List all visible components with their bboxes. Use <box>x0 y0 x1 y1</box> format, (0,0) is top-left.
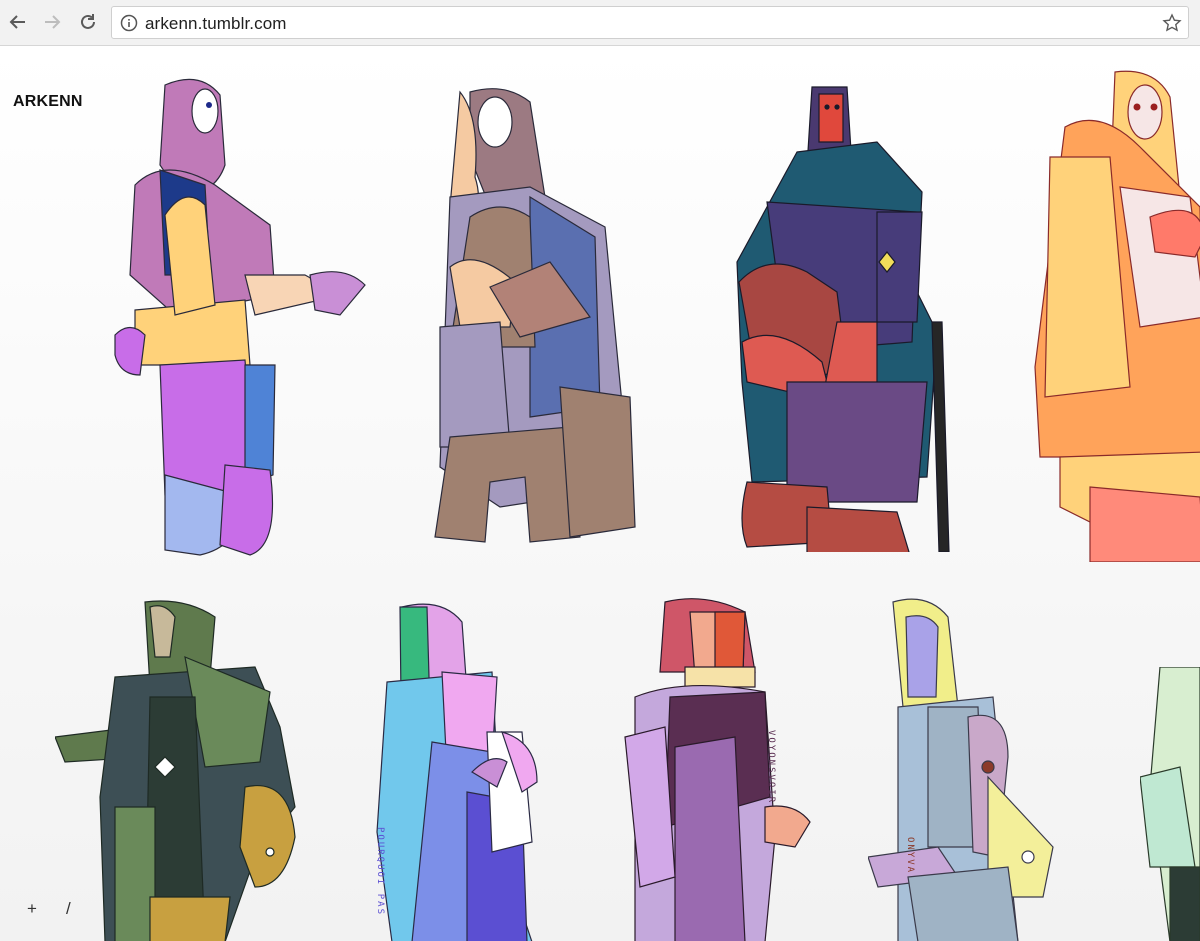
back-arrow-icon <box>9 15 25 29</box>
slash-button[interactable]: / <box>66 899 71 919</box>
artwork-figure-7[interactable] <box>615 597 815 941</box>
artwork-figure-5[interactable] <box>55 597 300 941</box>
artwork-figure-8[interactable] <box>868 597 1058 941</box>
back-button[interactable] <box>4 8 32 36</box>
artwork-figure-4[interactable] <box>1030 67 1200 562</box>
artwork-figure-1[interactable] <box>105 75 375 560</box>
reload-icon <box>81 14 95 29</box>
address-bar[interactable]: arkenn.tumblr.com <box>111 6 1189 39</box>
forward-arrow-icon <box>45 15 61 29</box>
info-icon[interactable] <box>120 14 138 32</box>
blog-title[interactable]: ARKENN <box>13 93 83 111</box>
onyva-label: ONYVA <box>905 837 915 875</box>
artwork-figure-2[interactable] <box>430 87 640 547</box>
tumblr-page: ARKENN POURQUOI PAS VOYONSVOIR ONYVA + / <box>0 47 1200 941</box>
reload-button[interactable] <box>74 8 102 36</box>
plus-button[interactable]: + <box>27 899 37 919</box>
artwork-figure-3[interactable] <box>727 82 957 552</box>
url-text[interactable]: arkenn.tumblr.com <box>145 14 287 34</box>
bookmark-star-icon[interactable] <box>1162 13 1182 33</box>
artwork-figure-6[interactable] <box>372 602 547 941</box>
browser-toolbar: arkenn.tumblr.com <box>0 0 1200 46</box>
voyonsvoir-label: VOYONSVOIR <box>766 730 776 805</box>
pourquoi-pas-label: POURQUOI PAS <box>375 827 385 917</box>
forward-button[interactable] <box>38 8 66 36</box>
artwork-figure-9[interactable] <box>1140 667 1200 941</box>
